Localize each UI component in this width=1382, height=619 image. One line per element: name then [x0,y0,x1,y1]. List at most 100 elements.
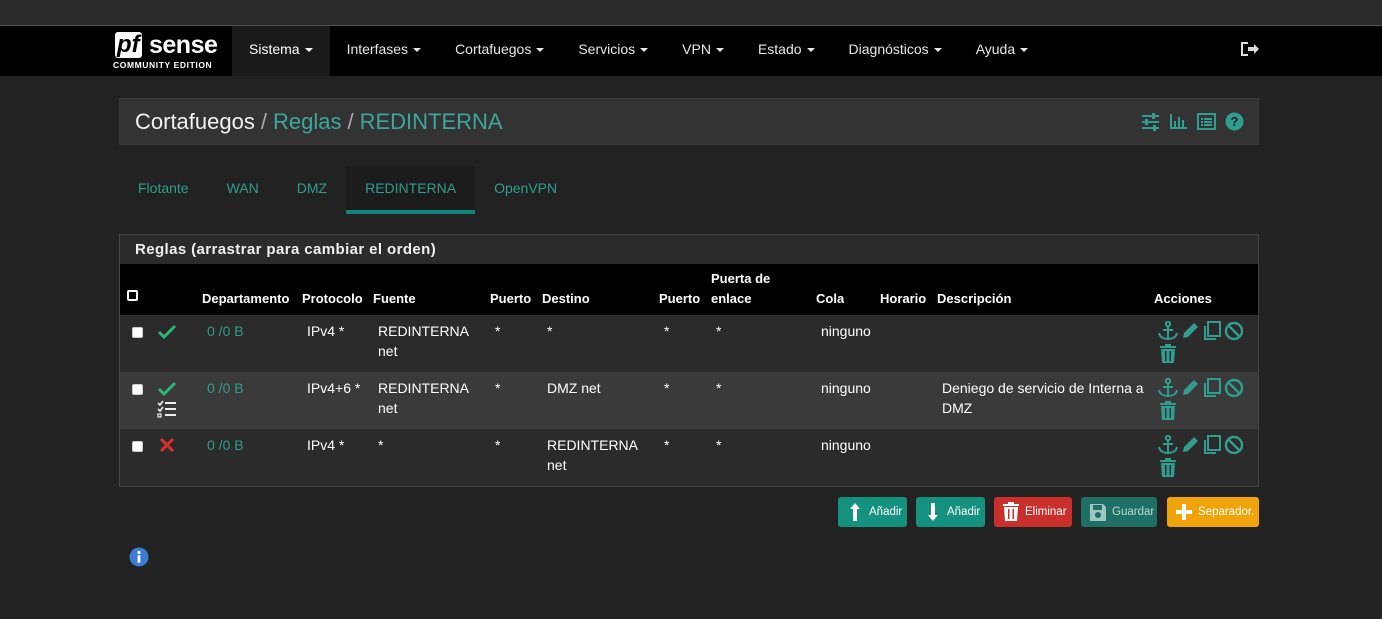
menu-ayuda-label: Ayuda [975,41,1016,57]
cell-cola: ninguno [821,437,871,453]
table-row[interactable]: 0 /0 B IPv4+6 * REDINTERNA net * DMZ net… [120,372,1258,429]
bar-chart-icon[interactable] [1169,112,1188,131]
list-icon[interactable] [1197,112,1216,131]
table-row[interactable]: 0 /0 B IPv4 * REDINTERNA net * * * * nin… [120,315,1258,372]
menu-cortafuegos[interactable]: Cortafuegos [438,26,561,76]
sign-out-icon[interactable] [1240,41,1260,57]
anchor-icon[interactable] [1157,321,1179,341]
times-icon[interactable] [157,436,177,456]
trash-icon[interactable] [1158,401,1178,421]
pfsense-logo[interactable]: pf sense COMMUNITY EDITION [113,32,223,72]
trash-icon[interactable] [1158,344,1178,364]
row-actions [1157,321,1244,365]
col-horario[interactable]: Horario [880,289,926,309]
caret-down-icon [806,48,815,53]
breadcrumb-cortafuegos[interactable]: Cortafuegos [135,109,255,134]
trash-icon [1003,502,1019,521]
row-checkbox[interactable] [132,327,143,338]
cell-puerto-destino: * [664,437,670,453]
cell-descripcion-line2: DMZ [942,400,973,416]
tasks-icon [157,400,176,418]
col-descripcion[interactable]: Descripción [937,289,1011,309]
col-departamento[interactable]: Departamento [202,289,289,309]
copy-icon[interactable] [1202,378,1222,398]
select-all-checkbox[interactable] [127,290,138,301]
add-separator-button[interactable]: Separador. [1167,497,1259,527]
cell-departamento[interactable]: 0 /0 B [207,321,244,341]
trash-icon[interactable] [1158,458,1178,478]
cell-protocolo: IPv4+6 * [307,380,361,396]
col-acciones: Acciones [1154,291,1212,306]
menu-interfases[interactable]: Interfases [330,26,438,76]
cell-cola: ninguno [821,323,871,339]
tab-redinterna[interactable]: REDINTERNA [346,166,476,214]
main-menu: Sistema Interfases Cortafuegos Servicios… [232,26,1045,76]
col-cola[interactable]: Cola [816,289,844,309]
cell-fuente-line2: net [378,343,398,359]
cell-destino: DMZ net [547,380,601,396]
check-icon[interactable] [157,322,177,342]
caret-down-icon [933,48,942,53]
anchor-icon[interactable] [1157,378,1179,398]
col-puerta-line1[interactable]: Puerta de [711,269,770,289]
menu-diagnosticos[interactable]: Diagnósticos [832,26,959,76]
menu-estado[interactable]: Estado [741,26,832,76]
menu-servicios[interactable]: Servicios [561,26,665,76]
pencil-icon[interactable] [1180,321,1200,341]
pencil-icon[interactable] [1180,378,1200,398]
breadcrumb-redinterna[interactable]: REDINTERNA [360,109,503,134]
rules-panel-title: Reglas (arrastrar para cambiar el orden) [135,241,437,258]
menu-ayuda[interactable]: Ayuda [959,26,1045,76]
col-puerto-destino[interactable]: Puerto [659,289,700,309]
table-row[interactable]: 0 /0 B IPv4 * * * REDINTERNA net * * nin… [120,429,1258,486]
menu-cortafuegos-label: Cortafuegos [455,41,532,57]
add-bottom-button[interactable]: Añadir [916,497,985,527]
floppy-icon [1090,504,1106,521]
rules-panel: Reglas (arrastrar para cambiar el orden)… [119,234,1259,487]
copy-icon[interactable] [1202,321,1222,341]
check-icon[interactable] [157,379,177,399]
help-icon[interactable]: ? [1225,112,1244,131]
ban-icon[interactable] [1224,321,1244,341]
col-protocolo[interactable]: Protocolo [302,289,363,309]
pencil-icon[interactable] [1180,435,1200,455]
delete-label: Eliminar [1025,506,1067,518]
ban-icon[interactable] [1224,435,1244,455]
row-checkbox[interactable] [132,441,143,452]
anchor-icon[interactable] [1157,435,1179,455]
save-button[interactable]: Guardar [1081,497,1157,527]
cell-fuente: REDINTERNA [378,323,470,339]
col-puerta-line2[interactable]: enlace [711,289,751,309]
breadcrumb-reglas[interactable]: Reglas [273,109,341,134]
tab-dmz[interactable]: DMZ [278,166,346,214]
menu-vpn[interactable]: VPN [665,26,741,76]
add-top-button[interactable]: Añadir [838,497,907,527]
rules-table-header: Departamento Protocolo Fuente Puerto Des… [120,264,1258,315]
interface-tabs: Flotante WAN DMZ REDINTERNA OpenVPN [119,166,576,214]
cell-cola: ninguno [821,380,871,396]
cell-departamento[interactable]: 0 /0 B [207,435,244,455]
cell-puerto-origen: * [495,323,501,339]
cell-departamento[interactable]: 0 /0 B [207,378,244,398]
tab-wan[interactable]: WAN [208,166,278,214]
ban-icon[interactable] [1224,378,1244,398]
tab-openvpn[interactable]: OpenVPN [475,166,576,214]
tab-flotante[interactable]: Flotante [119,166,208,214]
cell-fuente: REDINTERNA [378,380,470,396]
cell-puerto-destino: * [664,323,670,339]
col-fuente[interactable]: Fuente [373,289,416,309]
breadcrumb-separator: / [347,109,354,134]
logo-edition: COMMUNITY EDITION [113,60,213,70]
menu-sistema[interactable]: Sistema [232,26,330,76]
row-actions [1157,378,1244,422]
cell-puerta: * [716,437,722,453]
col-puerto-origen[interactable]: Puerto [490,289,531,309]
copy-icon[interactable] [1202,435,1222,455]
delete-button[interactable]: Eliminar [994,497,1072,527]
sliders-icon[interactable] [1141,112,1160,131]
col-destino[interactable]: Destino [542,289,590,309]
caret-down-icon [1020,48,1029,53]
cell-puerto-origen: * [495,437,501,453]
row-checkbox[interactable] [132,384,143,395]
info-icon[interactable] [129,547,149,567]
